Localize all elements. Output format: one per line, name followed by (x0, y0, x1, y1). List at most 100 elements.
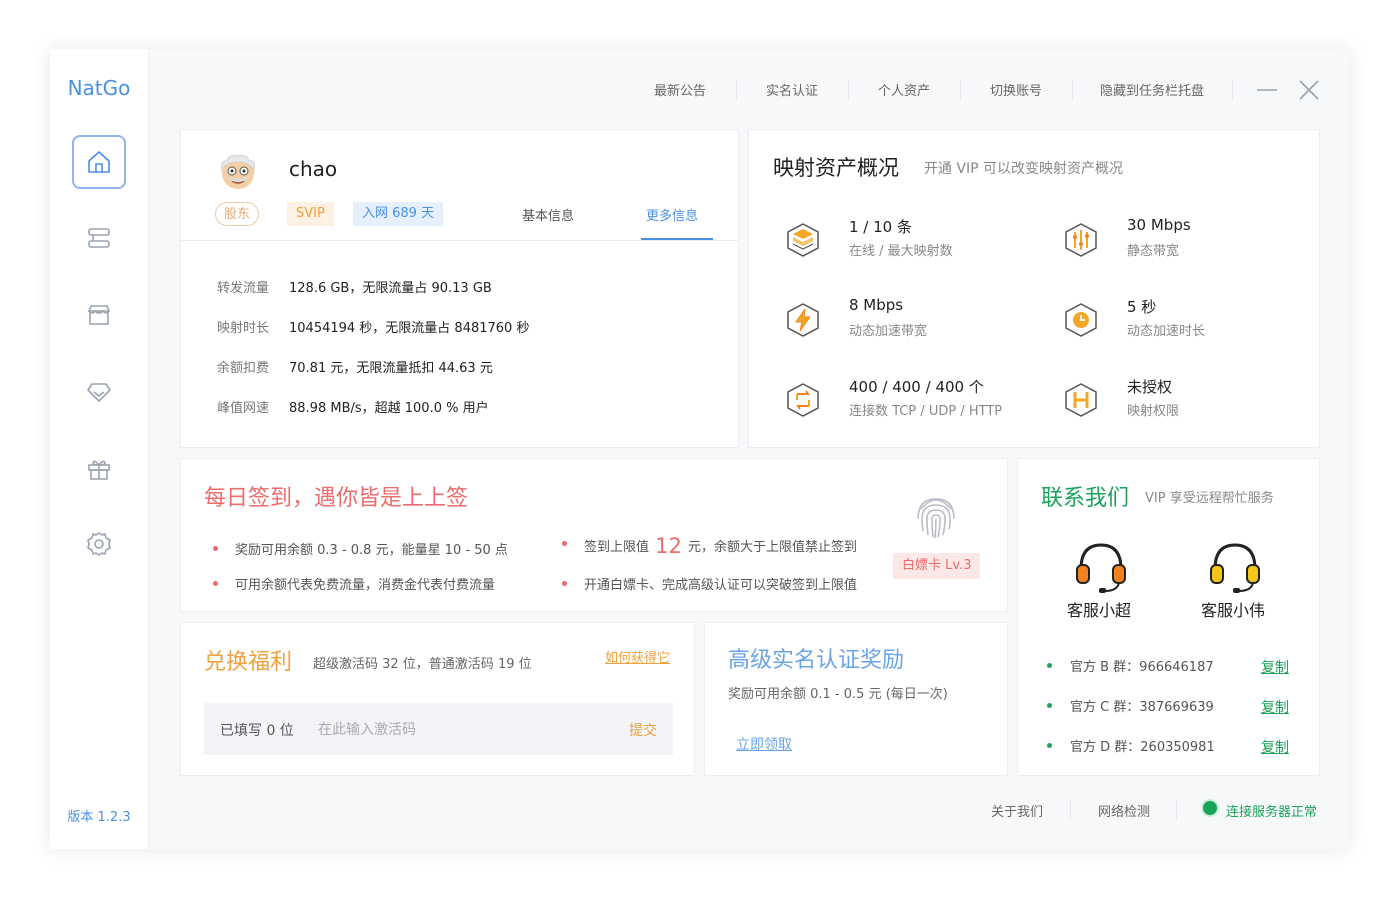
claim-link[interactable]: 立即领取 (736, 734, 792, 754)
signin-rule: 奖励可用余额 0.3 - 0.8 元，能量星 10 - 50 点 (213, 539, 508, 558)
clock-icon (1065, 303, 1097, 337)
cube-icon (787, 223, 819, 257)
signin-card: 每日签到，遇你皆是上上签 奖励可用余额 0.3 - 0.8 元，能量星 10 -… (180, 458, 1008, 612)
h-permission-icon (1065, 383, 1097, 417)
svip-badge: SVIP (287, 202, 334, 226)
cap-label: 签到上限值 (584, 540, 650, 555)
asset-value: 30 Mbps (1127, 216, 1191, 234)
topbar-link-switch-account[interactable]: 切换账号 (990, 80, 1042, 99)
tab-more-info[interactable]: 更多信息 (646, 205, 698, 224)
verify-card: 高级实名认证奖励 奖励可用余额 0.1 - 0.5 元 (每日一次) 立即领取 (704, 622, 1008, 776)
card-level-badge: 白嫖卡 Lv.3 (893, 553, 981, 579)
headset-icon[interactable] (1071, 537, 1131, 597)
asset-item-dynamic-bandwidth: 8 Mbps 动态加速带宽 (783, 296, 1043, 344)
asset-item-connections: 400 / 400 / 400 个 连接数 TCP / UDP / HTTP (783, 376, 1043, 424)
asset-label: 在线 / 最大映射数 (849, 244, 953, 259)
tab-basic-info[interactable]: 基本信息 (522, 205, 574, 224)
username: chao (289, 157, 338, 181)
copy-button[interactable]: 复制 (1261, 697, 1289, 717)
submit-button[interactable]: 提交 (629, 720, 657, 740)
info-value: 10454194 秒，无限流量占 8481760 秒 (289, 321, 530, 336)
asset-item-dynamic-duration: 5 秒 动态加速时长 (1061, 296, 1321, 344)
info-label: 峰值网速 (217, 401, 270, 416)
info-row: 映射时长 10454194 秒，无限流量占 8481760 秒 (217, 317, 529, 336)
gift-icon (88, 460, 110, 480)
topbar-link-verification[interactable]: 实名认证 (766, 80, 818, 99)
asset-value: 8 Mbps (849, 296, 904, 314)
info-row: 峰值网速 88.98 MB/s，超越 100.0 % 用户 (217, 397, 489, 416)
contact-card: 联系我们 VIP 享受远程帮忙服务 客服小超 客服小伟 官方 B 群：96664… (1017, 458, 1320, 776)
topbar-link-announcements[interactable]: 最新公告 (654, 80, 706, 99)
group-row: 官方 C 群：387669639 (1047, 696, 1214, 715)
sidebar-item-vip[interactable] (72, 365, 126, 419)
sidebar-item-home[interactable] (72, 135, 126, 189)
divider (1232, 81, 1233, 99)
info-label: 余额扣费 (217, 361, 270, 376)
divider (1070, 801, 1071, 819)
close-icon[interactable] (1296, 77, 1322, 103)
sidebar-item-gift[interactable] (72, 442, 126, 496)
sidebar-item-settings[interactable] (72, 517, 126, 571)
info-row: 余额扣费 70.81 元，无限流量抵扣 44.63 元 (217, 357, 493, 376)
cap-label-post: 元，余额大于上限值禁止签到 (688, 540, 858, 555)
headset-icon[interactable] (1205, 537, 1265, 597)
app-window: NatGo 版本 1.2.3 最新公告 实名认证 个人资产 切换账号 隐藏到任务… (50, 49, 1349, 849)
topbar-link-assets[interactable]: 个人资产 (878, 80, 930, 99)
assets-subtitle: 开通 VIP 可以改变映射资产概况 (924, 161, 1124, 177)
sidebar-item-mappings[interactable] (72, 211, 126, 265)
connection-icon (787, 383, 819, 417)
app-logo: NatGo (67, 76, 131, 100)
info-value: 88.98 MB/s，超越 100.0 % 用户 (289, 401, 489, 416)
signin-rule-cap: 签到上限值 12 元，余额大于上限值禁止签到 (561, 534, 858, 558)
agent-name[interactable]: 客服小伟 (1201, 597, 1265, 621)
asset-label: 动态加速带宽 (849, 324, 928, 339)
copy-button[interactable]: 复制 (1261, 737, 1289, 757)
asset-label: 连接数 TCP / UDP / HTTP (849, 404, 1003, 419)
topbar-link-hide-to-tray[interactable]: 隐藏到任务栏托盘 (1100, 80, 1204, 99)
how-to-get-link[interactable]: 如何获得它 (605, 647, 670, 666)
asset-item-mappings: 1 / 10 条 在线 / 最大映射数 (783, 216, 1043, 264)
contact-title: 联系我们 (1041, 486, 1130, 511)
divider (736, 81, 737, 99)
asset-item-static-bandwidth: 30 Mbps 静态带宽 (1061, 216, 1321, 264)
sidebar-item-store[interactable] (72, 288, 126, 342)
server-list-icon (88, 228, 110, 248)
group-row: 官方 B 群：966646187 (1047, 656, 1214, 675)
verify-title: 高级实名认证奖励 (728, 648, 905, 673)
divider (1072, 81, 1073, 99)
asset-label: 映射权限 (1127, 404, 1180, 419)
activation-code-input[interactable] (316, 716, 600, 744)
minimize-icon[interactable] (1254, 77, 1280, 103)
sidebar: NatGo 版本 1.2.3 (50, 49, 149, 849)
asset-item-permission: 未授权 映射权限 (1061, 376, 1321, 424)
server-status: 连接服务器正常 (1226, 805, 1318, 820)
agent-name[interactable]: 客服小超 (1067, 597, 1131, 621)
verify-subtitle: 奖励可用余额 0.1 - 0.5 元 (每日一次) (728, 687, 948, 702)
divider (960, 81, 961, 99)
user-card: chao 股东 SVIP 入网 689 天 基本信息 更多信息 转发流量 128.… (180, 129, 739, 448)
store-icon (87, 305, 111, 325)
group-label: 官方 C 群：387669639 (1070, 700, 1214, 715)
bandwidth-icon (1065, 223, 1097, 257)
fingerprint-icon[interactable] (909, 489, 963, 543)
info-label: 转发流量 (217, 281, 270, 296)
network-check-link[interactable]: 网络检测 (1098, 801, 1150, 820)
signin-rule: 可用余额代表免费流量，消费金代表付费流量 (212, 574, 495, 593)
divider (181, 240, 738, 241)
assets-title: 映射资产概况 (773, 156, 899, 180)
status-dot (1203, 801, 1217, 815)
assets-card: 映射资产概况 开通 VIP 可以改变映射资产概况 1 / 10 条 在线 / 最… (748, 129, 1320, 448)
asset-value: 未授权 (1127, 378, 1173, 396)
copy-button[interactable]: 复制 (1261, 657, 1289, 677)
version-label: 版本 1.2.3 (67, 810, 131, 825)
redeem-title: 兑换福利 (204, 650, 293, 675)
asset-value: 1 / 10 条 (849, 218, 912, 236)
info-value: 128.6 GB，无限流量占 90.13 GB (289, 281, 492, 296)
about-link[interactable]: 关于我们 (991, 801, 1043, 820)
asset-label: 静态带宽 (1127, 244, 1180, 259)
info-value: 70.81 元，无限流量抵扣 44.63 元 (289, 361, 493, 376)
divider (1176, 801, 1177, 819)
lightning-icon (787, 303, 819, 337)
redeem-input-box: 已填写 0 位 提交 (204, 703, 673, 755)
group-row: 官方 D 群：260350981 (1047, 736, 1215, 755)
